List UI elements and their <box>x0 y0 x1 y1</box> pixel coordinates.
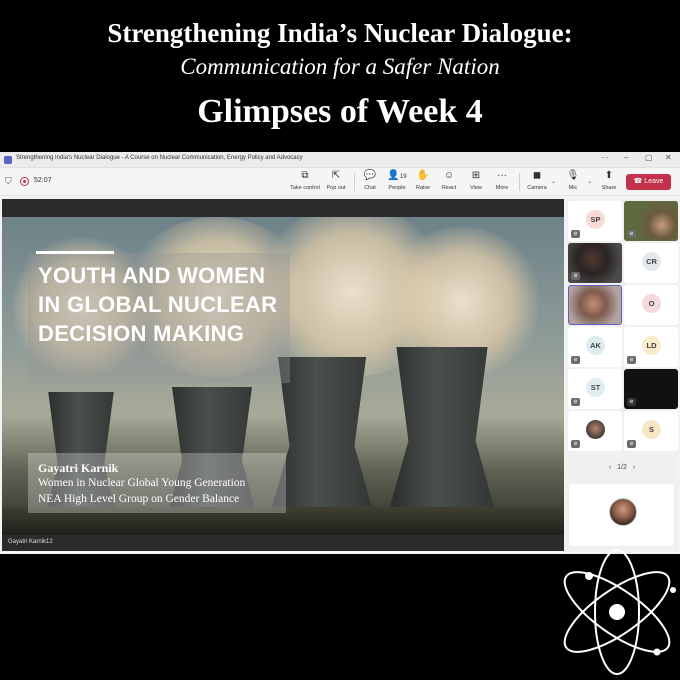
participant-video-tile[interactable]: ⊘ <box>624 369 678 409</box>
self-avatar <box>609 498 637 526</box>
speaker-name: Gayatri Karnik <box>38 461 119 475</box>
mic-muted-icon: ⊘ <box>571 230 580 238</box>
window-more-icon[interactable]: ··· <box>601 153 609 162</box>
participant-avatar <box>586 420 605 439</box>
participant-avatar: CR <box>642 252 661 271</box>
recording-icon <box>20 177 29 186</box>
meeting-window: Strengthening India's Nuclear Dialogue -… <box>0 152 680 554</box>
mic-off-icon: 🎙 <box>566 170 580 181</box>
mic-button[interactable]: 🎙 Mic <box>558 170 588 192</box>
shared-screen-stage: YOUTH AND WOMEN IN GLOBAL NUCLEAR DECISI… <box>2 199 564 551</box>
mic-muted-icon: ⊘ <box>627 356 636 364</box>
slide-headline: YOUTH AND WOMEN IN GLOBAL NUCLEAR DECISI… <box>38 263 278 346</box>
participant-tile[interactable]: O <box>624 285 678 325</box>
share-icon: ⬆ <box>604 170 614 181</box>
mic-options-chevron-icon[interactable]: ⌄ <box>587 178 592 185</box>
meeting-toolbar: ⛉ 52:07 ⧉ Take control ⇱ Pop out 💬 Chat … <box>0 168 680 196</box>
share-button[interactable]: ⬆ Share <box>594 170 624 192</box>
participant-avatar: O <box>642 294 661 313</box>
participant-avatar: SP <box>586 210 605 229</box>
participant-tile[interactable]: LD ⊘ <box>624 327 678 367</box>
leave-button[interactable]: ☎ Leave <box>626 174 671 190</box>
previous-page-icon[interactable]: ‹ <box>609 464 611 471</box>
chat-button[interactable]: 💬 Chat <box>355 170 385 192</box>
poster-title: Strengthening India’s Nuclear Dialogue: <box>107 18 573 48</box>
speaker-affiliation: Women in Nuclear Global Young Generation <box>38 477 246 489</box>
maximize-icon[interactable]: ▢ <box>645 153 653 162</box>
mic-muted-icon: ⊘ <box>627 398 636 406</box>
mic-muted-icon: ⊘ <box>627 440 636 448</box>
minimize-icon[interactable]: – <box>624 153 628 162</box>
camera-off-icon: ◼ <box>532 170 542 181</box>
take-control-button[interactable]: ⧉ Take control <box>290 170 320 192</box>
presentation-slide: YOUTH AND WOMEN IN GLOBAL NUCLEAR DECISI… <box>2 217 564 535</box>
participant-tile[interactable]: ⊘ <box>568 411 622 451</box>
poster-subtitle: Communication for a Safer Nation <box>180 54 500 79</box>
participant-avatar: S <box>642 420 661 439</box>
participant-video <box>569 286 621 324</box>
take-control-icon: ⧉ <box>301 170 309 181</box>
camera-options-chevron-icon[interactable]: ⌄ <box>551 178 556 185</box>
participant-tile[interactable]: SP ⊘ <box>568 201 622 241</box>
self-view-tile[interactable] <box>569 484 674 546</box>
gallery-pager: ‹ 1/2 › <box>602 464 642 471</box>
camera-button[interactable]: ◼ Camera <box>522 170 552 192</box>
mic-muted-icon: ⊘ <box>571 356 580 364</box>
react-button[interactable]: ☺ React <box>434 170 464 192</box>
teams-app-icon <box>4 156 12 164</box>
headline-accent-line <box>36 251 114 254</box>
chat-icon: 💬 <box>363 170 377 181</box>
people-count-badge: 19 <box>399 174 407 180</box>
poster-week-heading: Glimpses of Week 4 <box>197 93 483 130</box>
close-icon[interactable]: ✕ <box>665 153 672 162</box>
participant-video-tile[interactable]: ⊘ <box>624 201 678 241</box>
mic-muted-icon: ⊘ <box>627 230 636 238</box>
participant-tile[interactable]: ST ⊘ <box>568 369 622 409</box>
participant-tile[interactable]: S ⊘ <box>624 411 678 451</box>
presenter-label: Gayatri Karnik12 <box>8 539 53 545</box>
phone-icon: ☎ <box>633 178 643 185</box>
react-icon: ☺ <box>443 170 455 181</box>
meeting-timer: 52:07 <box>34 177 52 184</box>
page-indicator: 1/2 <box>617 464 627 471</box>
more-button[interactable]: ··· More <box>487 170 517 192</box>
participants-gallery: SP ⊘ ⊘ ⊘ CR O AK ⊘ LD ⊘ ST ⊘ ⊘ ⊘ S ⊘ ‹ 1… <box>566 199 678 551</box>
mic-muted-icon: ⊘ <box>571 272 580 280</box>
participant-video-tile[interactable] <box>568 285 622 325</box>
shield-icon: ⛉ <box>5 176 12 186</box>
pop-out-button[interactable]: ⇱ Pop out <box>321 170 351 192</box>
people-icon: 👤 <box>387 170 400 181</box>
mic-muted-icon: ⊘ <box>571 398 580 406</box>
participant-avatar: ST <box>586 378 605 397</box>
window-title: Strengthening India's Nuclear Dialogue -… <box>16 155 303 161</box>
participant-avatar: LD <box>642 336 661 355</box>
participant-video-tile[interactable]: ⊘ <box>568 243 622 283</box>
mic-muted-icon: ⊘ <box>571 440 580 448</box>
speaker-affiliation: NEA High Level Group on Gender Balance <box>38 493 240 505</box>
next-page-icon[interactable]: › <box>633 464 635 471</box>
toolbar-divider <box>519 173 520 191</box>
window-titlebar: Strengthening India's Nuclear Dialogue -… <box>0 152 680 168</box>
participant-tile[interactable]: CR <box>624 243 678 283</box>
participant-avatar: AK <box>586 336 605 355</box>
participant-tile[interactable]: AK ⊘ <box>568 327 622 367</box>
pop-out-icon: ⇱ <box>331 170 341 181</box>
atom-icon <box>563 549 676 675</box>
more-icon: ··· <box>497 170 507 181</box>
